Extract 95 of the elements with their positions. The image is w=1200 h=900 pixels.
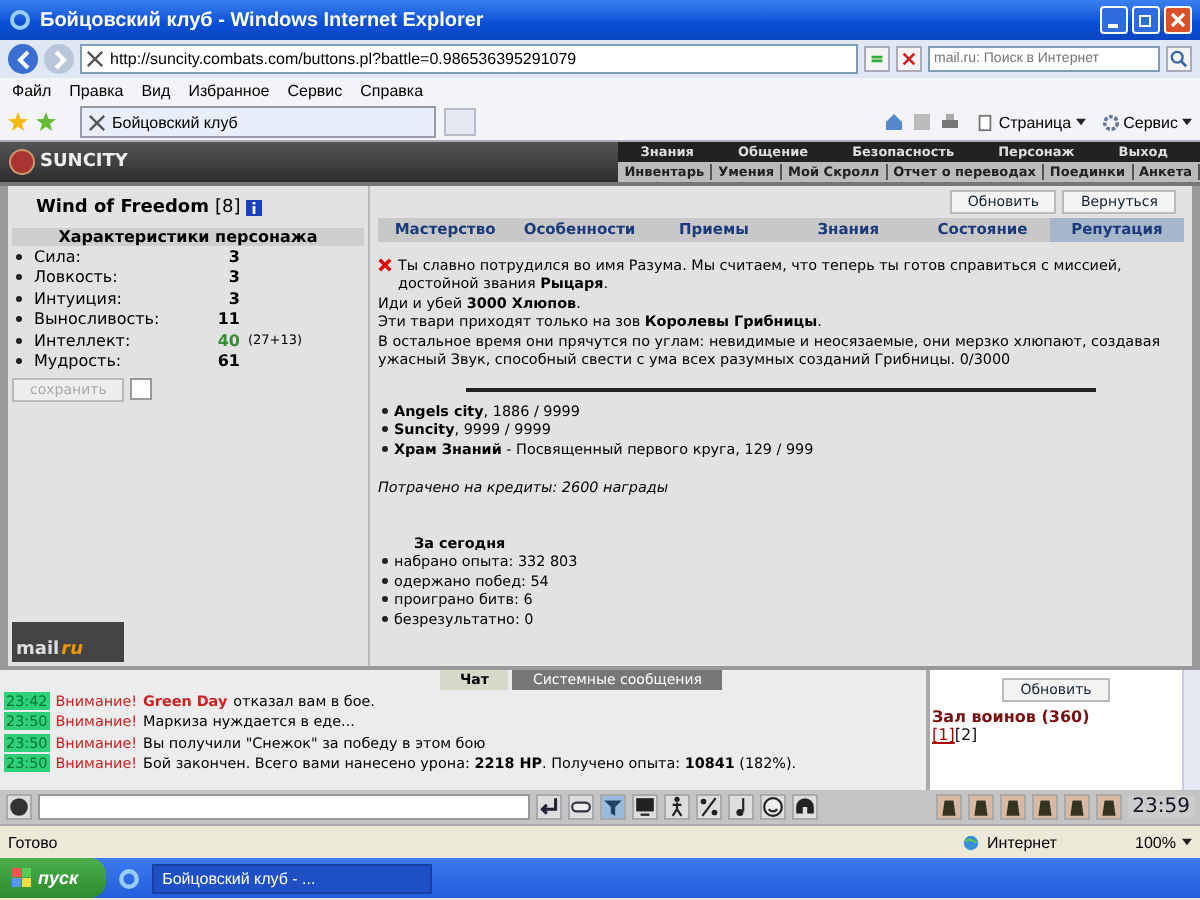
stat-label: Сила: (32, 247, 83, 266)
stat-label: Ловкость: (32, 268, 120, 287)
zoom-control[interactable]: 100% (1135, 833, 1192, 851)
room-title: Зал воинов (360) (932, 708, 1090, 726)
caret-icon (1182, 838, 1192, 846)
minimize-button[interactable] (1100, 6, 1128, 34)
page-link[interactable]: [2] (954, 726, 978, 744)
search-icon (1170, 50, 1188, 68)
stat-value: 40 (215, 331, 240, 350)
menu-item[interactable]: Правка (69, 82, 124, 100)
start-button[interactable]: пуск (0, 858, 107, 898)
globe-icon (961, 833, 980, 851)
zone-text: Интернет (987, 833, 1059, 851)
percent-icon[interactable] (696, 794, 722, 820)
character-name: Wind of Freedom (36, 198, 209, 218)
bullet-icon (382, 577, 388, 584)
monitor-icon[interactable] (632, 794, 658, 820)
chat-input[interactable] (38, 794, 530, 820)
windows-logo-icon (12, 868, 32, 888)
menu-item[interactable]: Справка (360, 82, 424, 100)
stat-value: 61 (215, 352, 240, 371)
command-menu[interactable]: Страница (976, 113, 1086, 131)
bullet-icon (16, 358, 22, 365)
filter-icon[interactable] (600, 794, 626, 820)
bullet-icon (382, 407, 388, 414)
stats-header: Характеристики персонажа (12, 228, 364, 246)
stat-value: 3 (226, 268, 240, 287)
bullet-icon (16, 337, 22, 344)
eraser-icon[interactable] (568, 794, 594, 820)
item-icon[interactable] (1000, 794, 1027, 820)
page-link[interactable]: [1] (932, 726, 955, 744)
bullet-icon (16, 295, 22, 302)
character-level: [8] (214, 198, 241, 218)
music-note-icon[interactable] (728, 794, 754, 820)
stop-button[interactable] (896, 46, 922, 72)
caret-icon (1075, 118, 1086, 126)
bullet-icon (382, 596, 388, 603)
page-icon (976, 113, 995, 131)
stat-label: Интеллект: (32, 331, 133, 350)
stat-label: Мудрость: (32, 352, 124, 371)
refresh-button[interactable] (864, 46, 890, 72)
stat-label: Выносливость: (32, 310, 162, 329)
close-button[interactable] (1164, 6, 1192, 34)
stat-value: 11 (215, 310, 240, 329)
home-icon[interactable] (884, 112, 905, 132)
bullet-icon (382, 445, 388, 452)
menu-item[interactable]: Сервис (287, 82, 343, 100)
print-icon[interactable] (940, 112, 961, 132)
stat-label: Интуиция: (32, 289, 124, 308)
bullet-icon (382, 426, 388, 433)
crossed-swords-icon (86, 50, 104, 68)
walking-figure-icon[interactable] (664, 794, 690, 820)
taskbar-item[interactable]: Бойцовский клуб - ... (152, 863, 433, 893)
back-button[interactable] (8, 44, 38, 74)
bullet-icon (382, 615, 388, 622)
address-field[interactable]: http://suncity.combats.com/buttons.pl?battle=0.986536395291079 (80, 44, 858, 74)
item-icon[interactable] (1032, 794, 1059, 820)
cross-icon (378, 257, 392, 271)
helmet-icon[interactable] (792, 794, 818, 820)
crossed-swords-icon (88, 113, 106, 131)
bullet-icon (16, 316, 22, 323)
status-text: Готово (8, 833, 58, 851)
checkbox[interactable] (130, 378, 153, 400)
suncity-logo: SUNCITY (0, 142, 136, 182)
enter-arrow-icon[interactable] (536, 794, 562, 820)
smiley-icon[interactable] (760, 794, 786, 820)
bullet-icon (382, 558, 388, 565)
browser-logo-icon[interactable] (118, 867, 141, 889)
info-icon[interactable] (246, 200, 263, 216)
scrollbar[interactable] (1182, 670, 1200, 790)
browser-logo-icon (8, 8, 32, 32)
stat-value: 3 (226, 289, 240, 308)
menu-item[interactable]: Файл (12, 82, 52, 100)
caret-icon (1182, 118, 1192, 126)
window-title: Бойцовский клуб - Windows Internet Explorer (40, 9, 486, 31)
item-icon[interactable] (968, 794, 995, 820)
bullet-icon (16, 253, 22, 260)
bullet-icon (16, 274, 22, 281)
stop-icon (900, 50, 918, 68)
item-icon[interactable] (1064, 794, 1091, 820)
stat-value: 3 (226, 247, 240, 266)
favorites-star-icon[interactable] (8, 112, 28, 132)
clock: 23:59 (1128, 796, 1194, 818)
item-icon[interactable] (936, 794, 963, 820)
restore-icon (1138, 12, 1154, 28)
item-icon[interactable] (1096, 794, 1123, 820)
gear-icon (1101, 113, 1120, 131)
menu-item[interactable]: Вид (141, 82, 171, 100)
search-button[interactable] (1166, 46, 1192, 72)
browser-tab[interactable]: Бойцовский клуб (80, 106, 436, 138)
counter-badge: mail ru (12, 622, 124, 662)
menu-item[interactable]: Избранное (188, 82, 270, 100)
close-icon (1170, 12, 1186, 28)
command-menu[interactable]: Сервис (1101, 113, 1192, 131)
restore-button[interactable] (1132, 6, 1160, 34)
